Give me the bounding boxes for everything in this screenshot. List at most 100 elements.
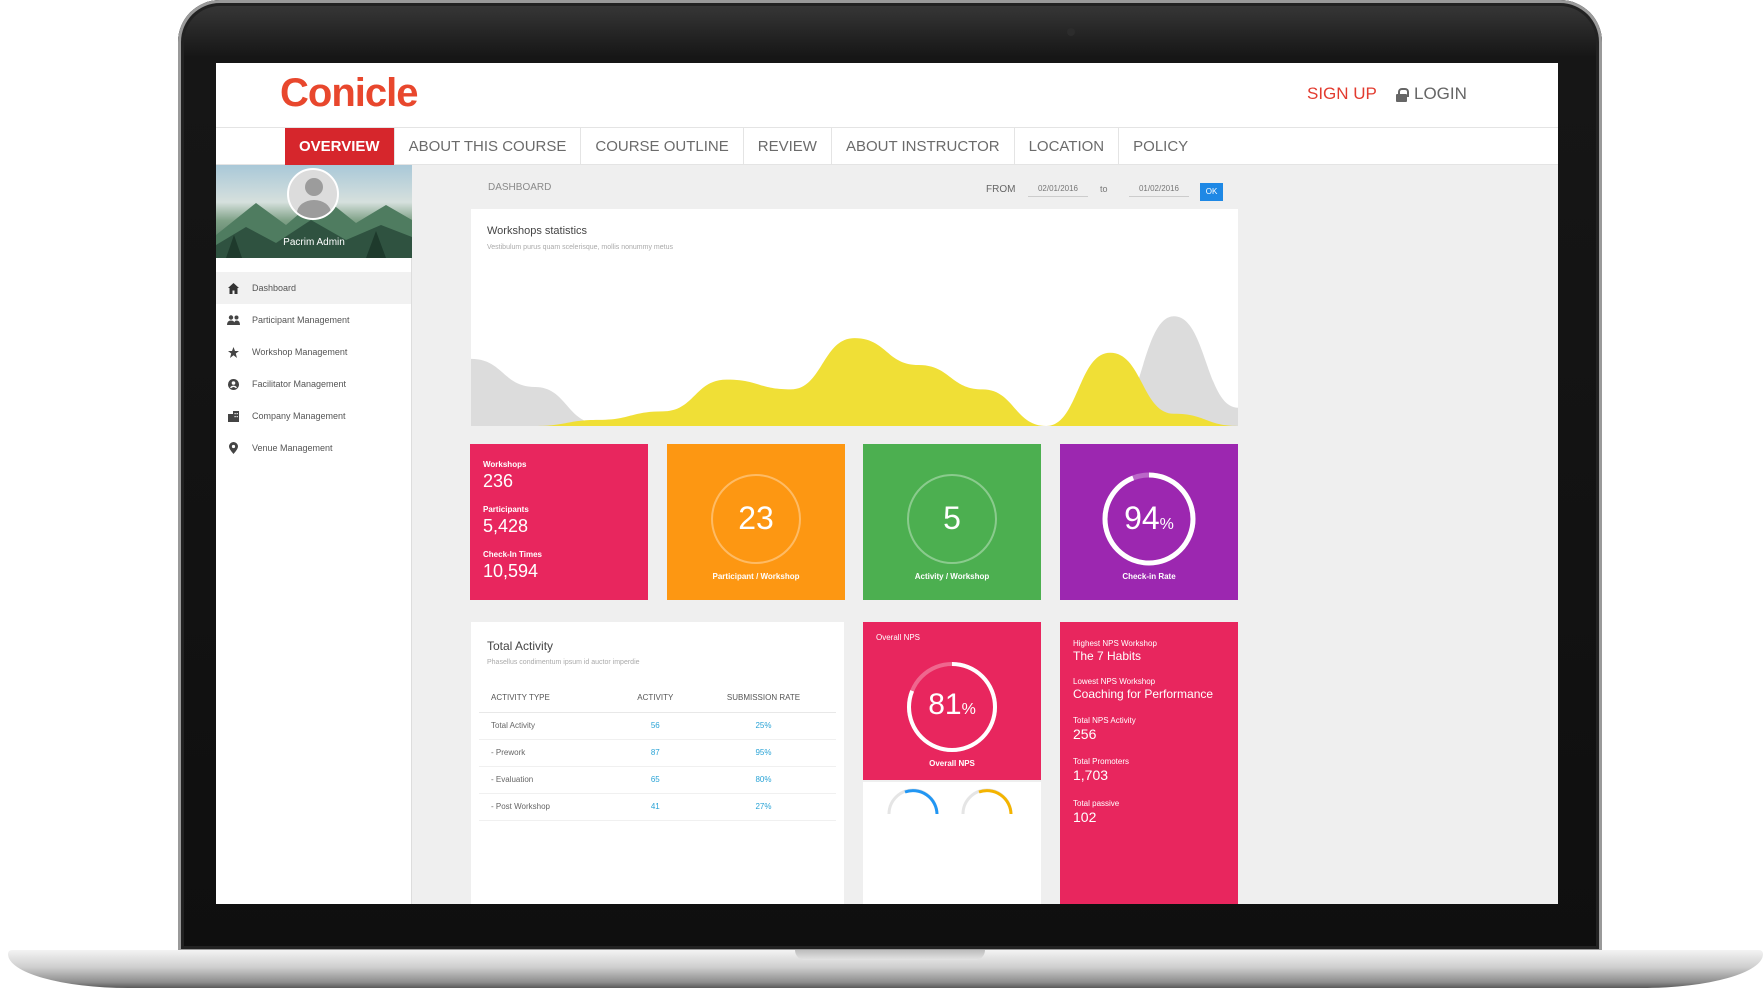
stats-tile: Workshops 236 Participants 5,428 Check-I… xyxy=(470,444,648,600)
col-activity-type: ACTIVITY TYPE xyxy=(479,684,620,713)
sidebar-item-dashboard[interactable]: Dashboard xyxy=(216,272,411,304)
sidebar-menu: Dashboard Participant Management Worksho… xyxy=(216,272,411,464)
login-link[interactable]: LOGIN xyxy=(1396,84,1467,104)
profile-name: Pacrim Admin xyxy=(283,237,345,248)
ring-value: 5 xyxy=(943,500,961,536)
activity-subtitle: Phasellus condimentum ipsum id auctor im… xyxy=(487,659,640,666)
nps-value: 81 xyxy=(928,688,962,721)
tab-policy[interactable]: POLICY xyxy=(1119,128,1202,165)
total-activity-value: 256 xyxy=(1073,726,1097,742)
activity-type-cell: - Evaluation xyxy=(479,766,620,794)
brand-logo[interactable]: Conicle xyxy=(280,71,418,116)
activity-count-cell[interactable]: 56 xyxy=(619,712,691,740)
sidebar-item-workshop[interactable]: Workshop Management xyxy=(216,336,411,368)
star-icon xyxy=(226,345,240,359)
chart-subtitle: Vestibulum purus quam scelerisque, molli… xyxy=(487,244,673,251)
to-date-field[interactable]: 01/02/2016 xyxy=(1129,180,1189,197)
activity-table: ACTIVITY TYPE ACTIVITY SUBMISSION RATE T… xyxy=(479,684,836,821)
course-nav: OVERVIEW ABOUT THIS COURSE COURSE OUTLIN… xyxy=(216,127,1558,165)
activity-type-cell: Total Activity xyxy=(479,712,620,740)
page-title: DASHBOARD xyxy=(488,182,552,193)
to-label: to xyxy=(1100,184,1108,194)
submission-rate-cell[interactable]: 25% xyxy=(690,712,836,740)
sidebar-item-label: Dashboard xyxy=(252,283,297,293)
table-header-row: ACTIVITY TYPE ACTIVITY SUBMISSION RATE xyxy=(479,684,836,713)
table-row[interactable]: - Evaluation 65 80% xyxy=(479,766,836,794)
activity-count-cell[interactable]: 87 xyxy=(619,739,691,767)
signup-link[interactable]: SIGN UP xyxy=(1307,84,1377,104)
from-date-field[interactable]: 02/01/2016 xyxy=(1028,180,1088,197)
total-activity-label: Total NPS Activity xyxy=(1073,716,1136,725)
activity-title: Total Activity xyxy=(487,639,554,653)
laptop-base xyxy=(8,950,1763,988)
highest-value[interactable]: The 7 Habits xyxy=(1073,649,1141,663)
workshops-area-chart xyxy=(471,316,1238,426)
promoters-label: Total Promoters xyxy=(1073,757,1130,766)
sidebar-item-participant[interactable]: Participant Management xyxy=(216,304,411,336)
participants-label: Participants xyxy=(483,505,529,514)
activity-type-cell: - Post Workshop xyxy=(479,793,620,821)
area-series-2 xyxy=(471,338,1238,426)
dashboard-content: DASHBOARD FROM 02/01/2016 to 01/02/2016 … xyxy=(412,165,1558,904)
ring-unit: % xyxy=(1159,516,1174,533)
chart-title: Workshops statistics xyxy=(487,225,588,237)
tab-location[interactable]: LOCATION xyxy=(1015,128,1120,165)
tab-review[interactable]: REVIEW xyxy=(744,128,832,165)
submission-rate-cell[interactable]: 80% xyxy=(690,766,836,794)
ring-caption: Check-in Rate xyxy=(1122,572,1176,581)
user-circle-icon xyxy=(226,377,240,391)
mini-gauges xyxy=(887,788,1013,815)
submission-rate-cell[interactable]: 95% xyxy=(690,739,836,767)
table-row[interactable]: - Post Workshop 41 27% xyxy=(479,793,836,821)
workshops-label: Workshops xyxy=(483,460,527,469)
highest-label: Highest NPS Workshop xyxy=(1073,639,1157,648)
nps-label: Overall NPS xyxy=(876,633,921,642)
checkin-value: 10,594 xyxy=(483,561,539,581)
ring-value: 94 xyxy=(1124,500,1160,536)
tab-about-course[interactable]: ABOUT THIS COURSE xyxy=(395,128,582,165)
sidebar-item-label: Facilitator Management xyxy=(252,379,347,389)
sidebar-item-label: Workshop Management xyxy=(252,347,348,357)
submission-rate-cell[interactable]: 27% xyxy=(690,793,836,821)
activity-type-cell: - Prework xyxy=(479,739,620,767)
home-icon xyxy=(226,281,240,295)
activity-count-cell[interactable]: 41 xyxy=(619,793,691,821)
promoters-value: 1,703 xyxy=(1073,767,1109,783)
sidebar-item-label: Participant Management xyxy=(252,315,350,325)
tab-course-outline[interactable]: COURSE OUTLINE xyxy=(581,128,744,165)
app-screen: Conicle SIGN UP LOGIN OVERVIEW ABOUT THI… xyxy=(216,63,1558,904)
workshops-chart-card: Workshops statistics Vestibulum purus qu… xyxy=(471,209,1238,426)
lowest-value[interactable]: Coaching for Performance xyxy=(1073,687,1213,701)
col-submission-rate: SUBMISSION RATE xyxy=(690,684,836,713)
passive-label: Total passive xyxy=(1073,799,1120,808)
mini-gauges-card xyxy=(863,782,1041,904)
ring-value-wrap: 94% xyxy=(1060,500,1238,537)
nps-value-wrap: 81% xyxy=(863,688,1041,722)
ring-value: 23 xyxy=(738,500,774,536)
tab-overview[interactable]: OVERVIEW xyxy=(285,128,395,165)
nps-highlights-card: Highest NPS Workshop The 7 Habits Lowest… xyxy=(1060,622,1238,904)
building-icon xyxy=(226,409,240,423)
sidebar-item-company[interactable]: Company Management xyxy=(216,400,411,432)
table-row[interactable]: - Prework 87 95% xyxy=(479,739,836,767)
location-pin-icon xyxy=(226,441,240,455)
top-bar: Conicle SIGN UP LOGIN xyxy=(216,63,1558,127)
ring-caption: Activity / Workshop xyxy=(914,572,990,581)
avatar[interactable] xyxy=(287,168,339,220)
sidebar: Pacrim Admin Dashboard Participant Manag… xyxy=(216,165,412,904)
total-activity-card: Total Activity Phasellus condimentum ips… xyxy=(471,622,844,904)
sidebar-item-label: Company Management xyxy=(252,411,346,421)
nps-caption: Overall NPS xyxy=(929,759,975,768)
lock-icon xyxy=(1396,87,1409,102)
sidebar-item-facilitator[interactable]: Facilitator Management xyxy=(216,368,411,400)
ok-button[interactable]: OK xyxy=(1200,183,1223,201)
ring-tile-participant: 23 Participant / Workshop xyxy=(667,444,845,600)
nps-unit: % xyxy=(961,701,976,718)
sidebar-item-venue[interactable]: Venue Management xyxy=(216,432,411,464)
table-row[interactable]: Total Activity 56 25% xyxy=(479,712,836,740)
ring-caption: Participant / Workshop xyxy=(712,572,800,581)
ring-tile-checkin: 94% Check-in Rate xyxy=(1060,444,1238,600)
passive-value: 102 xyxy=(1073,809,1097,825)
activity-count-cell[interactable]: 65 xyxy=(619,766,691,794)
tab-about-instructor[interactable]: ABOUT INSTRUCTOR xyxy=(832,128,1015,165)
